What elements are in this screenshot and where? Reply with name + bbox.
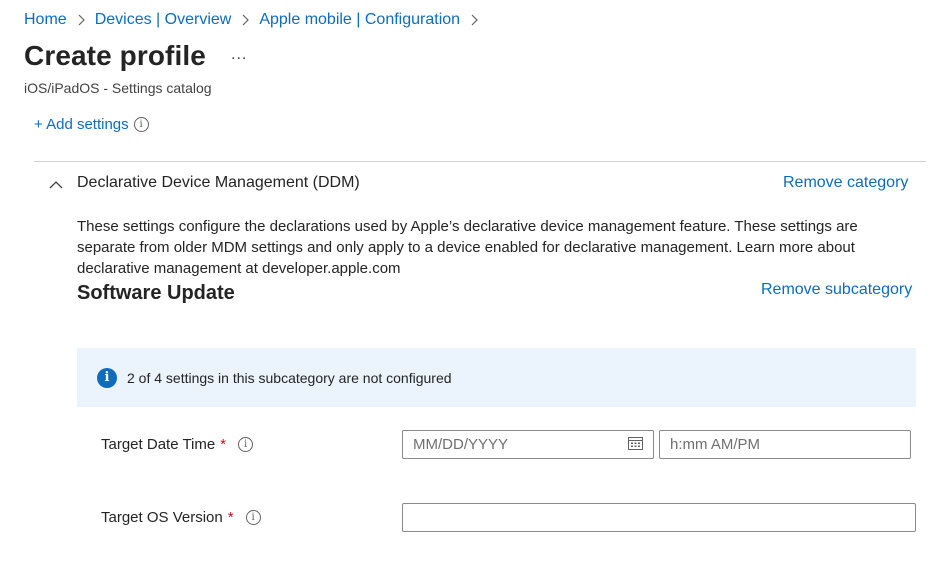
subcategory-title: Software Update: [77, 282, 235, 304]
calendar-icon[interactable]: [628, 436, 643, 454]
date-placeholder: MM/DD/YYYY: [413, 436, 509, 453]
page-subtitle: iOS/iPadOS - Settings catalog: [24, 80, 212, 96]
target-os-version-input[interactable]: [402, 503, 916, 532]
required-mark: *: [227, 509, 234, 526]
target-os-version-label: Target OS Version * i: [101, 509, 261, 526]
remove-subcategory-link[interactable]: Remove subcategory: [761, 281, 912, 299]
field-label: Target Date Time: [101, 436, 216, 453]
remove-category-link[interactable]: Remove category: [783, 174, 908, 192]
breadcrumb: Home Devices | Overview Apple mobile | C…: [24, 9, 488, 31]
chevron-right-icon: [466, 14, 482, 26]
info-icon[interactable]: i: [238, 437, 254, 452]
breadcrumb-devices-overview[interactable]: Devices | Overview: [95, 11, 232, 29]
required-mark: *: [220, 436, 227, 453]
category-title[interactable]: Declarative Device Management (DDM): [77, 174, 360, 192]
info-banner: i 2 of 4 settings in this subcategory ar…: [77, 348, 916, 407]
add-settings-row: + Add settings i: [34, 116, 149, 133]
date-picker-input[interactable]: MM/DD/YYYY: [402, 430, 654, 459]
more-options-button[interactable]: ...: [231, 46, 247, 64]
add-settings-link[interactable]: + Add settings: [34, 116, 129, 133]
chevron-right-icon: [237, 14, 253, 26]
category-description: These settings configure the declaration…: [77, 218, 858, 277]
breadcrumb-home[interactable]: Home: [24, 11, 67, 29]
time-placeholder: h:mm AM/PM: [670, 436, 761, 453]
divider: [34, 161, 926, 162]
info-icon[interactable]: i: [245, 510, 261, 525]
page-title: Create profile: [24, 40, 206, 71]
info-filled-icon: i: [97, 368, 117, 388]
time-input[interactable]: h:mm AM/PM: [659, 430, 911, 459]
chevron-up-icon[interactable]: [48, 177, 64, 193]
target-date-time-label: Target Date Time * i: [101, 436, 254, 453]
breadcrumb-apple-mobile-configuration[interactable]: Apple mobile | Configuration: [259, 11, 460, 29]
banner-text: 2 of 4 settings in this subcategory are …: [127, 370, 452, 386]
chevron-right-icon: [73, 14, 89, 26]
info-icon[interactable]: i: [133, 117, 149, 132]
field-label: Target OS Version: [101, 509, 223, 526]
